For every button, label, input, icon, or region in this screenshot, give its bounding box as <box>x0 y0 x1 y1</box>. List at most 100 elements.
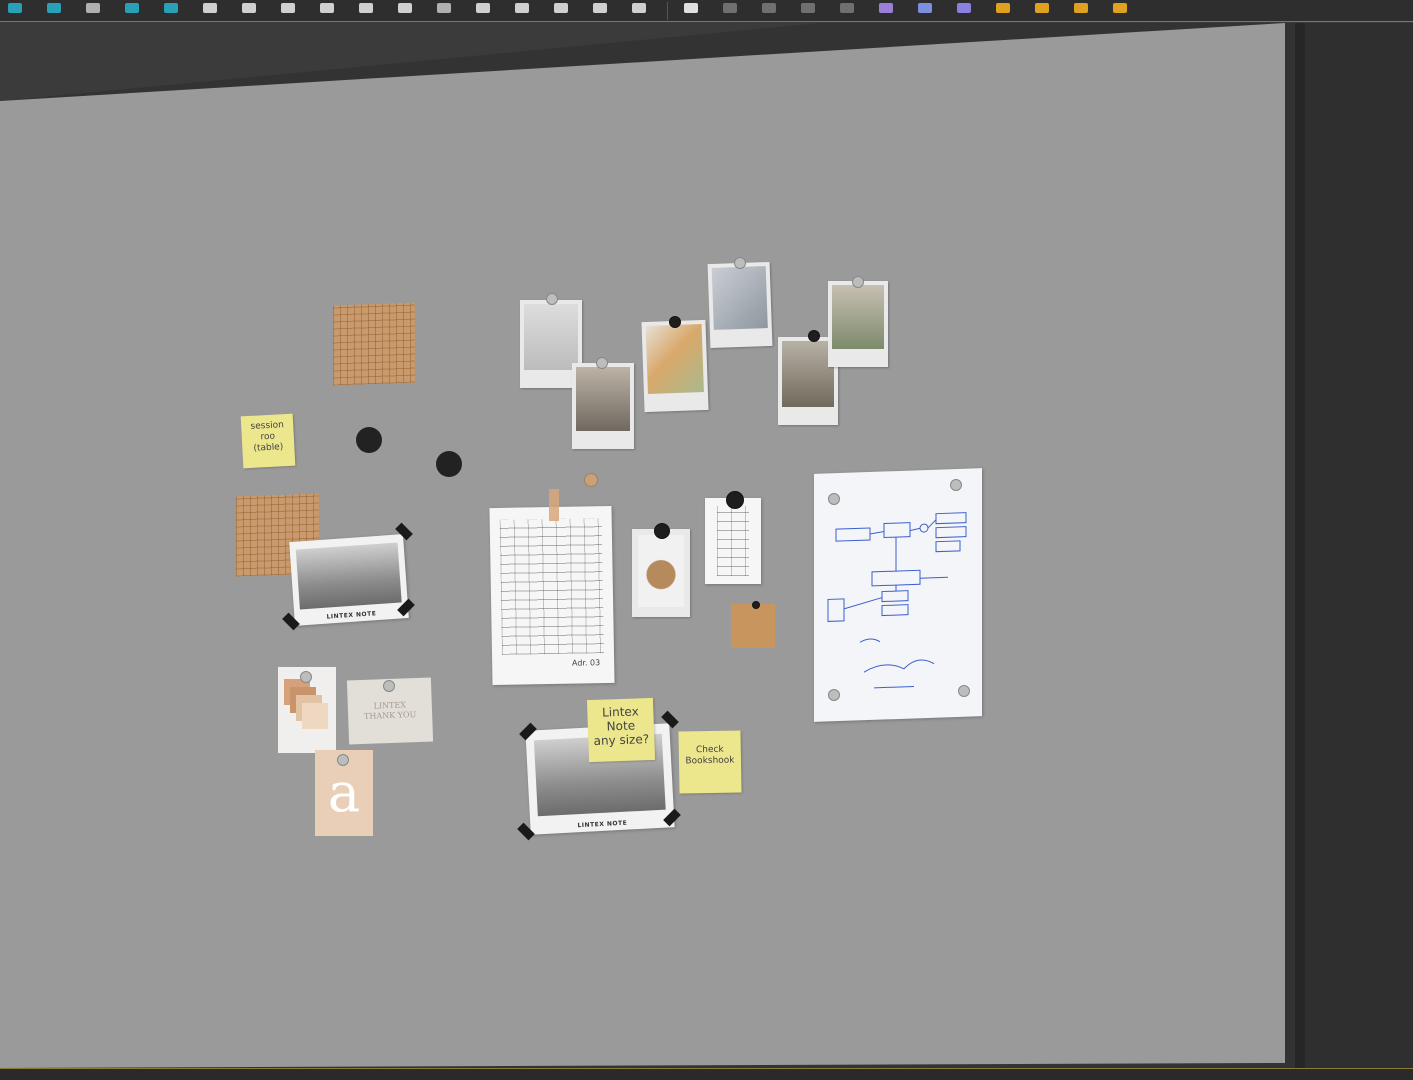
chart-button[interactable] <box>1109 2 1131 20</box>
box-icon <box>242 2 256 13</box>
select-button[interactable] <box>4 2 26 20</box>
sticky-note[interactable]: Lintex Note any size? <box>586 697 656 763</box>
render-setup-button[interactable] <box>472 2 494 20</box>
move-icon <box>47 2 61 13</box>
settings-icon <box>840 2 854 13</box>
move-button[interactable] <box>43 2 65 20</box>
snap-icon <box>125 2 139 13</box>
render-setup-icon <box>476 2 490 13</box>
polaroid-photo[interactable] <box>641 319 709 413</box>
light-button[interactable] <box>992 2 1014 20</box>
light-icon <box>996 2 1010 13</box>
undo-button[interactable] <box>394 2 416 20</box>
material-editor-icon <box>359 2 373 13</box>
settings-button[interactable] <box>836 2 858 20</box>
diagram-card[interactable] <box>705 498 761 584</box>
rotate-button[interactable] <box>316 2 338 20</box>
magnet[interactable] <box>436 451 462 477</box>
teapot-render-button[interactable] <box>680 2 702 20</box>
pushpin <box>958 685 970 697</box>
help-icon <box>632 2 646 13</box>
mirror-icon <box>203 2 217 13</box>
chart-icon <box>1113 2 1127 13</box>
layer-icon <box>281 2 295 13</box>
3d-viewport-app: session roo (table) LINTEX NOTE Adr. 03 … <box>0 0 1413 1080</box>
polaroid-photo[interactable] <box>828 281 888 367</box>
viewport-status-strip <box>0 1068 1413 1080</box>
trophy-icon <box>1074 2 1088 13</box>
pushpin <box>669 316 681 328</box>
pushpin <box>383 680 395 692</box>
render-button[interactable] <box>589 2 611 20</box>
pushpin <box>596 357 608 369</box>
bulb-icon <box>1035 2 1049 13</box>
trophy-button[interactable] <box>1070 2 1092 20</box>
snap-button[interactable] <box>121 2 143 20</box>
pin-tool-icon <box>86 2 100 13</box>
layer-button[interactable] <box>277 2 299 20</box>
pushpin <box>950 479 962 491</box>
camera-icon <box>801 2 815 13</box>
magnet-pin <box>654 523 670 539</box>
select-icon <box>8 2 22 13</box>
cloud-button[interactable] <box>719 2 741 20</box>
tape-strip <box>549 489 559 521</box>
cloud-icon <box>723 2 737 13</box>
container-button[interactable] <box>953 2 975 20</box>
pushpin <box>828 689 840 701</box>
architectural-sketch[interactable]: Adr. 03 <box>489 505 615 686</box>
display-icon <box>762 2 776 13</box>
render-window-button[interactable] <box>550 2 572 20</box>
kraft-note[interactable] <box>731 604 775 648</box>
display-button[interactable] <box>758 2 780 20</box>
camera-button[interactable] <box>797 2 819 20</box>
viewport-side-panel <box>1295 23 1413 1068</box>
chair-photo[interactable] <box>632 529 690 617</box>
container-icon <box>957 2 971 13</box>
render-window-icon <box>554 2 568 13</box>
pin-tool-button[interactable] <box>82 2 104 20</box>
letter-a: a <box>327 761 361 824</box>
teapot-render-icon <box>684 2 698 13</box>
main-toolbar <box>0 0 1413 22</box>
pushpin <box>734 257 746 269</box>
sticky-note[interactable]: session roo (table) <box>240 413 296 469</box>
snap-angle-icon <box>164 2 178 13</box>
layer-explorer-button[interactable] <box>914 2 936 20</box>
layer-explorer-icon <box>918 2 932 13</box>
perspective-viewport[interactable]: session roo (table) LINTEX NOTE Adr. 03 … <box>0 23 1413 1068</box>
pin2-icon <box>437 2 451 13</box>
pushpin <box>546 293 558 305</box>
magnet-pin <box>726 491 744 509</box>
pushpin <box>852 276 864 288</box>
sticky-note[interactable]: Check Bookshook <box>678 730 742 794</box>
render-icon <box>593 2 607 13</box>
pushpin <box>808 330 820 342</box>
mirror-button[interactable] <box>199 2 221 20</box>
pushpin <box>300 671 312 683</box>
pushpin <box>828 493 840 505</box>
material-editor-button[interactable] <box>355 2 377 20</box>
flowchart-sheet[interactable] <box>814 468 982 722</box>
pushpin <box>752 601 760 609</box>
box-button[interactable] <box>238 2 260 20</box>
scene-explorer-button[interactable] <box>875 2 897 20</box>
bulb-button[interactable] <box>1031 2 1053 20</box>
render-frame-button[interactable] <box>511 2 533 20</box>
sketch-signature: Adr. 03 <box>571 658 601 668</box>
pushpin <box>584 473 598 487</box>
rotate-icon <box>320 2 334 13</box>
render-frame-icon <box>515 2 529 13</box>
magnet[interactable] <box>356 427 382 453</box>
pin2-button[interactable] <box>433 2 455 20</box>
scene-explorer-icon <box>879 2 893 13</box>
snap-angle-button[interactable] <box>160 2 182 20</box>
photo-print[interactable]: LINTEX NOTE <box>289 534 409 626</box>
polaroid-photo[interactable] <box>707 261 773 349</box>
toolbar-separator <box>667 1 668 20</box>
cork-tile[interactable] <box>333 302 415 386</box>
flowchart-drawing <box>827 512 967 689</box>
polaroid-photo[interactable] <box>572 363 634 449</box>
undo-icon <box>398 2 412 13</box>
help-button[interactable] <box>628 2 650 20</box>
